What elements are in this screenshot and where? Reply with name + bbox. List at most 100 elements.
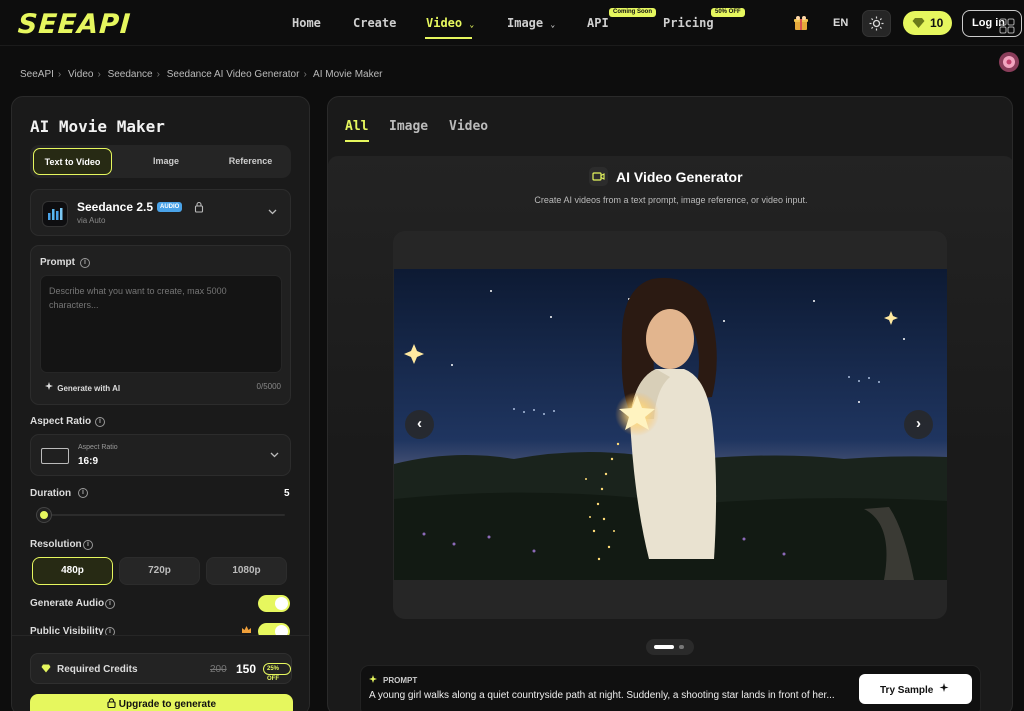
gallery-panel: All Image Video AI Video Generator Creat…	[327, 96, 1013, 711]
resolution-label: Resolution	[30, 539, 82, 550]
try-sample-button[interactable]: Try Sample	[859, 674, 972, 704]
showcase-subtitle: Create AI videos from a text prompt, ima…	[534, 195, 808, 205]
chevron-down-icon	[270, 452, 279, 458]
required-credits-card: Required Credits 200 150 25% OFF	[30, 653, 292, 684]
tab-image[interactable]: Image	[122, 145, 210, 178]
carousel-prev-button[interactable]: ‹	[405, 410, 434, 439]
pagination-dot[interactable]	[679, 645, 684, 649]
discounted-cost: 150	[236, 662, 257, 676]
lock-icon	[194, 201, 204, 213]
info-icon[interactable]: i	[83, 540, 93, 550]
info-icon[interactable]: i	[80, 258, 90, 268]
resolution-720p-button[interactable]: 720p	[119, 557, 200, 585]
sparkle-icon	[369, 675, 377, 683]
carousel-next-button[interactable]: ›	[904, 410, 933, 439]
chevron-down-icon: ⌄	[469, 20, 475, 29]
sample-video-thumbnail[interactable]	[394, 269, 947, 580]
breadcrumb-item[interactable]: Seedance AI Video Generator	[167, 69, 300, 80]
gift-icon[interactable]	[793, 15, 809, 31]
prompt-section: Prompt i Generate with AI 0/5000	[30, 245, 291, 405]
model-logo-icon	[42, 201, 68, 227]
apps-icon[interactable]	[999, 18, 1015, 34]
nav-create[interactable]: Create	[353, 16, 396, 30]
generate-with-ai-button[interactable]: Generate with AI	[45, 382, 120, 393]
pagination-dot-active[interactable]	[654, 645, 674, 649]
nav-api[interactable]: API	[587, 16, 609, 30]
nav-video-label: Video	[426, 16, 463, 30]
carousel-pagination	[646, 639, 694, 655]
sun-icon	[869, 16, 884, 31]
nav-video[interactable]: Video ⌄	[426, 16, 474, 30]
char-count: 0/5000	[256, 382, 281, 391]
model-selector[interactable]: Seedance 2.5 AUDIO via Auto	[30, 189, 291, 236]
theme-toggle-button[interactable]	[862, 10, 891, 37]
breadcrumb-item[interactable]: SeeAPI	[20, 69, 54, 80]
tab-image[interactable]: Image	[389, 119, 428, 134]
credits-button[interactable]: 10	[903, 11, 952, 35]
aspect-ratio-label: Aspect Ratio	[30, 416, 92, 427]
required-credits-label: Required Credits	[57, 664, 138, 675]
tab-text-to-video[interactable]: Text to Video	[33, 148, 112, 175]
nav-active-indicator	[425, 37, 472, 39]
diamond-icon	[41, 664, 51, 673]
chevron-down-icon: ⌄	[550, 20, 556, 29]
video-camera-icon	[589, 167, 608, 186]
tab-video[interactable]: Video	[449, 119, 488, 134]
night-field-girl-image	[394, 269, 947, 580]
sample-prompt-text: A young girl walks along a quiet country…	[369, 690, 835, 701]
flower-icon	[1003, 56, 1015, 68]
audio-badge: AUDIO	[157, 202, 183, 212]
breadcrumb-current: AI Movie Maker	[313, 69, 383, 80]
tab-active-indicator	[345, 140, 369, 142]
resolution-1080p-button[interactable]: 1080p	[206, 557, 287, 585]
pricing-discount-badge: 50% OFF	[711, 8, 745, 17]
duration-slider-track[interactable]	[36, 514, 285, 516]
panel-footer: Required Credits 200 150 25% OFF Upgrade…	[12, 635, 309, 711]
prompt-label: Prompt	[40, 257, 75, 268]
upgrade-to-generate-button[interactable]: Upgrade to generate	[30, 694, 293, 711]
breadcrumb-item[interactable]: Seedance	[108, 69, 153, 80]
info-icon[interactable]: i	[105, 599, 115, 609]
try-sample-label: Try Sample	[880, 685, 934, 696]
generate-with-ai-label: Generate with AI	[57, 384, 121, 393]
site-logo[interactable]: SEEAPI	[17, 9, 132, 40]
nav-pricing[interactable]: Pricing	[663, 16, 714, 30]
chevron-down-icon	[268, 209, 277, 215]
toggle-knob	[275, 597, 288, 610]
duration-value: 5	[284, 488, 290, 499]
generator-settings-panel: AI Movie Maker Text to Video Image Refer…	[11, 96, 310, 711]
top-header: SEEAPI Home Create Video ⌄ Image ⌄ API C…	[0, 0, 1024, 46]
model-provider: via Auto	[77, 216, 106, 225]
breadcrumb: SeeAPI › Video › Seedance › Seedance AI Vid…	[20, 69, 383, 80]
sample-prompt-card: PROMPT A young girl walks along a quiet …	[360, 665, 981, 711]
resolution-480p-button[interactable]: 480p	[32, 557, 113, 585]
nav-home[interactable]: Home	[292, 16, 321, 30]
aspect-ratio-shape-icon	[41, 448, 69, 464]
crown-icon	[242, 626, 251, 633]
nav-image[interactable]: Image ⌄	[507, 16, 555, 30]
floating-helper-icon[interactable]	[999, 52, 1019, 72]
sparkle-icon	[45, 382, 53, 390]
aspect-ratio-select[interactable]: Aspect Ratio 16:9	[30, 434, 291, 476]
model-name: Seedance 2.5	[77, 200, 154, 214]
sparkle-icon	[939, 683, 949, 692]
original-cost: 200	[210, 664, 227, 675]
info-icon[interactable]: i	[95, 417, 105, 427]
language-selector[interactable]: EN	[833, 17, 848, 29]
tab-all[interactable]: All	[345, 119, 368, 134]
generate-audio-label: Generate Audio	[30, 598, 105, 609]
diamond-icon	[912, 18, 925, 28]
duration-label: Duration	[30, 488, 72, 499]
tab-reference[interactable]: Reference	[210, 145, 291, 178]
prompt-input[interactable]	[40, 275, 282, 373]
aspect-ratio-value: 16:9	[78, 456, 99, 467]
mode-tabs: Text to Video Image Reference	[30, 145, 291, 178]
generate-audio-toggle[interactable]	[258, 595, 290, 612]
credits-count: 10	[930, 16, 944, 30]
showcase-title: AI Video Generator	[616, 169, 743, 185]
duration-slider-thumb[interactable]	[37, 508, 51, 522]
info-icon[interactable]: i	[78, 488, 88, 498]
coming-soon-badge: Coming Soon	[609, 8, 656, 17]
breadcrumb-item[interactable]: Video	[68, 69, 93, 80]
nav-image-label: Image	[507, 16, 544, 30]
